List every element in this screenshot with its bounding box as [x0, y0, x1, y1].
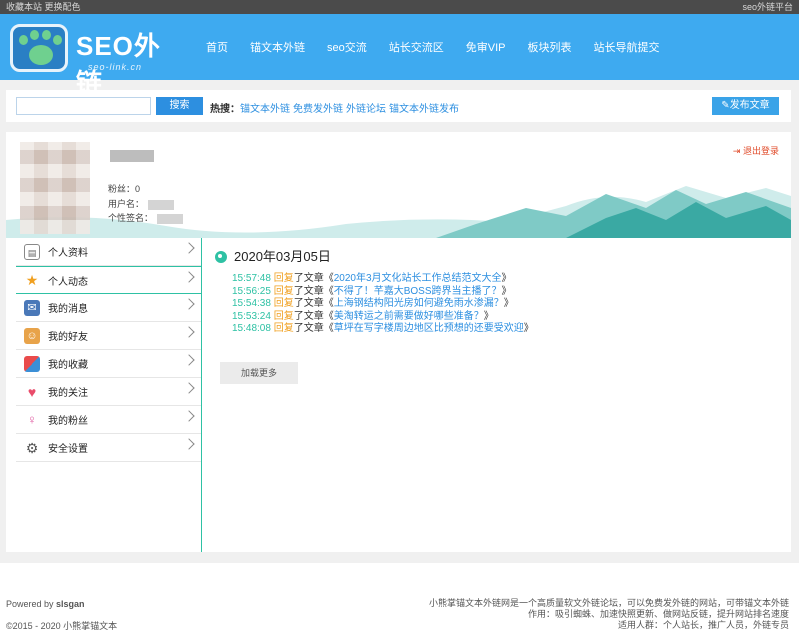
timeline-date: 2020年03月05日 — [234, 249, 331, 264]
username-field: 用户名： — [108, 197, 175, 210]
username-display — [110, 150, 154, 162]
favorites-box-icon — [24, 355, 40, 372]
menu-item-messages[interactable]: ✉ 我的消息 — [16, 294, 201, 322]
edit-icon: ✎ — [721, 100, 730, 111]
search-button[interactable]: 搜索 — [156, 97, 203, 115]
site-header: SEO外链 seo-link.cn 首页 锚文本外链 seo交流 站长交流区 免… — [0, 14, 799, 98]
article-link[interactable]: 草坪在写字楼周边地区比预想的还要受欢迎 — [334, 323, 524, 334]
article-link[interactable]: 美淘转运之前需要做好哪些准备？ — [334, 311, 484, 322]
load-more-button[interactable]: 加载更多 — [220, 362, 298, 384]
menu-item-friends[interactable]: ☺ 我的好友 — [16, 322, 201, 350]
user-sidebar-menu: ▤ 个人资料 ★ 个人动态 ✉ 我的消息 ☺ 我的好友 我的收藏 ♥ 我的关注 … — [16, 238, 202, 552]
menu-item-following[interactable]: ♥ 我的关注 — [16, 378, 201, 406]
site-logo[interactable]: SEO外链 seo-link.cn — [10, 22, 182, 98]
heart-icon: ♥ — [27, 383, 37, 400]
bookmark-site-link[interactable]: 收藏本站 — [6, 2, 42, 12]
timeline-entry: 15:57:48 回复了文章《2020年3月文化站长工作总结范文大全》 — [232, 273, 512, 284]
publish-article-button[interactable]: ✎发布文章 — [712, 97, 779, 115]
fans-count: 粉丝：0 — [108, 184, 141, 194]
top-bar: 收藏本站 更换配色 seo外链平台 — [0, 0, 799, 14]
hot-link[interactable]: 外链论坛 — [346, 104, 386, 115]
star-icon: ★ — [25, 272, 39, 288]
hot-label: 热搜： — [210, 104, 240, 115]
chevron-right-icon — [183, 271, 195, 283]
site-footer: Powered by slsgan ©2015 - 2020 小熊掌锚文本 小熊… — [0, 563, 799, 636]
friends-icon: ☺ — [24, 327, 40, 344]
menu-item-fans[interactable]: ♀ 我的粉丝 — [16, 406, 201, 434]
timeline-entry: 15:53:24 回复了文章《美淘转运之前需要做好哪些准备？》 — [232, 310, 494, 322]
activity-timeline: 2020年03月05日 15:57:48 回复了文章《2020年3月文化站长工作… — [215, 246, 780, 336]
timeline-dot-icon — [215, 251, 227, 263]
menu-item-activity[interactable]: ★ 个人动态 — [16, 266, 201, 294]
article-link[interactable]: 不得了！芊嘉大BOSS跨界当主播了？ — [334, 286, 502, 297]
logout-link[interactable]: ⇥ 退出登录 — [733, 144, 779, 157]
chevron-right-icon — [183, 382, 195, 394]
timeline-entries: 15:57:48 回复了文章《2020年3月文化站长工作总结范文大全》 15:5… — [232, 273, 780, 336]
chevron-right-icon — [183, 326, 195, 338]
nav-board-list[interactable]: 板块列表 — [527, 39, 571, 55]
hot-searches: 热搜：锚文本外链 免费发外链 外链论坛 锚文本外链发布 — [210, 100, 462, 115]
chevron-right-icon — [183, 438, 195, 450]
logout-icon: ⇥ — [732, 146, 741, 156]
timeline-entry: 15:56:25 回复了文章《不得了！芊嘉大BOSS跨界当主播了？》 — [232, 285, 512, 297]
article-link[interactable]: 上海钢结构阳光房如何避免雨水渗漏？ — [334, 298, 504, 309]
menu-item-profile[interactable]: ▤ 个人资料 — [16, 238, 201, 266]
nav-anchor-links[interactable]: 锚文本外链 — [250, 39, 305, 55]
copyright: ©2015 - 2020 小熊掌锚文本 — [6, 621, 118, 631]
nav-vip[interactable]: 免审VIP — [466, 39, 506, 55]
change-color-link[interactable]: 更换配色 — [45, 2, 81, 12]
main-nav: 首页 锚文本外链 seo交流 站长交流区 免审VIP 板块列表 站长导航提交 — [206, 14, 681, 80]
nav-webmaster-forum[interactable]: 站长交流区 — [389, 39, 444, 55]
signature-field: 个性签名： — [108, 211, 184, 224]
hot-link[interactable]: 锚文本外链 — [240, 104, 290, 115]
search-bar: 搜索 热搜：锚文本外链 免费发外链 外链论坛 锚文本外链发布 ✎发布文章 — [6, 90, 791, 122]
chevron-right-icon — [183, 242, 195, 254]
paw-logo-icon — [10, 24, 68, 72]
nav-seo-forum[interactable]: seo交流 — [327, 39, 367, 55]
hot-link[interactable]: 锚文本外链发布 — [389, 104, 459, 115]
chevron-right-icon — [183, 410, 195, 422]
article-link[interactable]: 2020年3月文化站长工作总结范文大全 — [334, 273, 502, 284]
timeline-entry: 15:48:08 回复了文章《草坪在写字楼周边地区比预想的还要受欢迎》 — [232, 323, 534, 334]
gear-icon: ⚙ — [25, 439, 39, 456]
timeline-entry: 15:54:38 回复了文章《上海钢结构阳光房如何避免雨水渗漏？》 — [232, 298, 514, 309]
message-icon: ✉ — [24, 299, 40, 316]
hot-link[interactable]: 免费发外链 — [293, 104, 343, 115]
profile-banner: 粉丝：0 用户名： 个性签名： ⇥ 退出登录 — [6, 132, 791, 238]
menu-item-favorites[interactable]: 我的收藏 — [16, 350, 201, 378]
avatar[interactable] — [20, 142, 90, 234]
nav-submit-site[interactable]: 站长导航提交 — [593, 39, 659, 55]
user-center-panel: 粉丝：0 用户名： 个性签名： ⇥ 退出登录 ▤ 个人资料 ★ 个人动态 ✉ 我… — [6, 132, 791, 552]
search-input[interactable] — [16, 97, 151, 115]
fans-icon: ♀ — [27, 411, 37, 427]
powered-by: Powered by slsgan — [6, 599, 85, 609]
chevron-right-icon — [183, 354, 195, 366]
profile-card-icon: ▤ — [24, 243, 40, 260]
logo-subtitle: seo-link.cn — [88, 62, 143, 72]
menu-item-security[interactable]: ⚙ 安全设置 — [16, 434, 201, 462]
footer-description: 小熊掌锚文本外链网是一个高质量软文外链论坛，可以免费发外链的网站，可带锚文本外链… — [428, 598, 789, 630]
platform-link[interactable]: seo外链平台 — [742, 0, 793, 14]
nav-home[interactable]: 首页 — [206, 39, 228, 55]
chevron-right-icon — [183, 298, 195, 310]
